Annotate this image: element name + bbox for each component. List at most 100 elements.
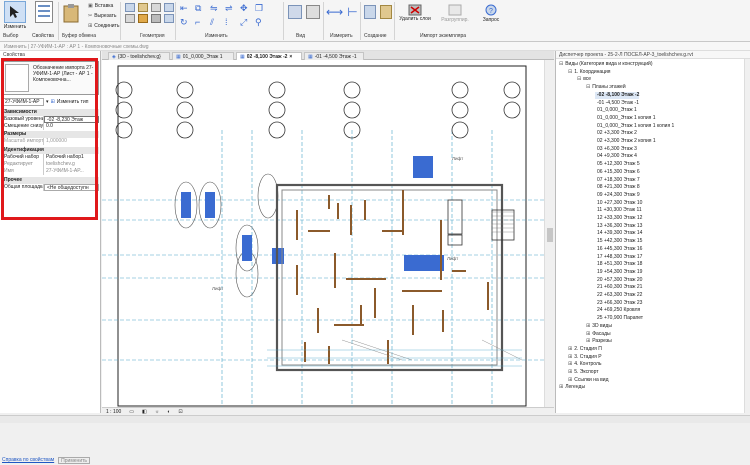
tree-item[interactable]: 01_0,000_Этаж 1 копия 1 копия 1 bbox=[595, 123, 674, 130]
tree-item[interactable]: 23 +66,300 Этаж 23 bbox=[595, 300, 642, 307]
tree-item[interactable]: 21 +60,300 Этаж 21 bbox=[595, 284, 642, 291]
expand-icon[interactable]: ⊞ bbox=[568, 361, 572, 367]
expand-icon[interactable]: ⊞ bbox=[586, 323, 590, 329]
dimension-icon[interactable]: ⊢ bbox=[347, 5, 357, 19]
tree-item[interactable]: 02 +3,300 Этаж 2 копия 1 bbox=[595, 138, 656, 145]
pin-icon[interactable]: ⚲ bbox=[255, 17, 268, 28]
cut-button[interactable]: ✂ Вырезать bbox=[88, 13, 116, 19]
tree-item[interactable]: 24 +69,250 Кровля bbox=[595, 307, 640, 314]
browser-scrollbar[interactable] bbox=[744, 59, 750, 413]
scrollbar-thumb[interactable] bbox=[547, 228, 553, 242]
tree-item[interactable]: 02 +3,300 Этаж 2 bbox=[595, 130, 637, 137]
tab-floor-minus2[interactable]: ▦ 02 -8,100 Этаж -2 × bbox=[236, 52, 302, 60]
query-button[interactable]: ? Запрос bbox=[478, 3, 504, 23]
offset-icon[interactable]: ⧉ bbox=[195, 3, 208, 14]
apply-button[interactable]: Применить bbox=[58, 457, 91, 464]
help-link[interactable]: Справка по свойствам bbox=[2, 457, 54, 464]
tree-item[interactable]: 18 +51,300 Этаж 18 bbox=[595, 261, 642, 268]
tree-item[interactable]: 25 +70,900 Парапет bbox=[595, 315, 643, 322]
tree-item[interactable]: 15 +42,300 Этаж 15 bbox=[595, 238, 642, 245]
tree-item[interactable]: ⊟ все bbox=[577, 76, 591, 83]
tree-item[interactable]: 07 +18,300 Этаж 7 bbox=[595, 177, 640, 184]
cope-icon[interactable] bbox=[125, 3, 135, 12]
copy-icon[interactable]: ❐ bbox=[255, 3, 268, 14]
paste-small-button[interactable]: ▣ Вставка bbox=[88, 3, 113, 9]
paste-button[interactable] bbox=[62, 3, 80, 23]
move-icon[interactable]: ✥ bbox=[240, 3, 253, 14]
scale-icon[interactable]: ⤢ bbox=[240, 17, 253, 28]
create-assembly-icon[interactable] bbox=[364, 5, 376, 19]
rotate-icon[interactable]: ↻ bbox=[180, 17, 193, 28]
tree-item[interactable]: ⊟ Планы этажей bbox=[586, 84, 626, 91]
array-icon[interactable]: ⁞ bbox=[225, 17, 238, 28]
paint-icon[interactable] bbox=[138, 14, 148, 23]
collapse-icon[interactable]: ⊟ bbox=[577, 76, 581, 82]
tree-item[interactable]: -01 -4,500 Этаж -1 bbox=[595, 100, 639, 107]
tree-item[interactable]: -02 -8,100 Этаж -2 bbox=[595, 91, 640, 99]
tree-item[interactable]: 13 +36,300 Этаж 13 bbox=[595, 223, 642, 230]
collapse-icon[interactable]: ⊟ bbox=[559, 61, 563, 67]
tree-item[interactable]: ⊟ 1. Координация bbox=[568, 69, 611, 76]
tree-item[interactable]: ⊞ 5. Экспорт bbox=[568, 369, 599, 376]
trim-icon[interactable]: ⌐ bbox=[195, 17, 208, 28]
tree-item[interactable]: 01_0,000_Этаж 1 копия 1 bbox=[595, 115, 656, 122]
tree-item[interactable]: ⊞ Легенды bbox=[559, 384, 585, 391]
visual-style-icon[interactable]: ◧ bbox=[142, 409, 147, 415]
sun-path-icon[interactable]: ☼ bbox=[155, 409, 160, 415]
override-icon[interactable] bbox=[306, 5, 320, 19]
properties-button[interactable] bbox=[32, 1, 56, 23]
split-face-icon[interactable] bbox=[164, 3, 174, 12]
tree-item[interactable]: 04 +9,300 Этаж 4 bbox=[595, 153, 637, 160]
view-scale[interactable]: 1 : 100 bbox=[106, 409, 121, 415]
create-group-icon[interactable] bbox=[380, 5, 392, 19]
tree-item[interactable]: 11 +30,300 Этаж 11 bbox=[595, 207, 642, 214]
expand-icon[interactable]: ⊞ bbox=[568, 377, 572, 383]
wall-joins-icon[interactable] bbox=[151, 3, 161, 12]
expand-icon[interactable]: ⊞ bbox=[568, 346, 572, 352]
canvas-scrollbar[interactable] bbox=[544, 60, 554, 407]
delete-layers-button[interactable]: Удалить слои bbox=[398, 3, 432, 22]
tree-item[interactable]: 12 +33,300 Этаж 12 bbox=[595, 215, 642, 222]
tree-item[interactable]: ⊞ Ссылки на вид bbox=[568, 377, 609, 384]
collapse-icon[interactable]: ⊟ bbox=[568, 69, 572, 75]
shadows-icon[interactable]: ◐ bbox=[167, 409, 170, 415]
measure-icon[interactable]: ⟷ bbox=[326, 5, 343, 19]
tree-item[interactable]: 03 +6,300 Этаж 3 bbox=[595, 146, 637, 153]
tree-item[interactable]: ⊞ Разрезы bbox=[586, 338, 612, 345]
tab-floor-minus1[interactable]: ▦ -01 -4,500 Этаж -1 bbox=[304, 52, 364, 60]
tab-3d[interactable]: ◈ {3D - toelishchev.g} bbox=[108, 52, 170, 60]
tree-item[interactable]: 08 +21,300 Этаж 8 bbox=[595, 184, 640, 191]
detail-level-icon[interactable]: ▭ bbox=[129, 409, 134, 415]
tree-item[interactable]: 20 +57,300 Этаж 20 bbox=[595, 277, 642, 284]
tree-item[interactable]: 17 +48,300 Этаж 17 bbox=[595, 254, 642, 261]
expand-icon[interactable]: ⊞ bbox=[568, 369, 572, 375]
demolish-icon[interactable] bbox=[151, 14, 161, 23]
tree-item[interactable]: 06 +15,300 Этаж 6 bbox=[595, 169, 640, 176]
tree-item[interactable]: ⊞ 4. Контроль bbox=[568, 361, 601, 368]
tree-item[interactable]: 22 +63,300 Этаж 22 bbox=[595, 292, 642, 299]
collapse-icon[interactable]: ⊟ bbox=[586, 84, 590, 90]
align-icon[interactable]: ⇤ bbox=[180, 3, 193, 14]
tree-item[interactable]: 14 +39,300 Этаж 14 bbox=[595, 230, 642, 237]
tree-item[interactable]: 19 +54,300 Этаж 19 bbox=[595, 269, 642, 276]
tree-item[interactable]: ⊞ Фасады bbox=[586, 331, 611, 338]
beam-join-icon[interactable] bbox=[164, 14, 174, 23]
expand-icon[interactable]: ⊞ bbox=[586, 331, 590, 337]
crop-icon[interactable]: ⊡ bbox=[178, 409, 182, 415]
mirror-axis-icon[interactable]: ⇋ bbox=[210, 3, 223, 14]
join-geometry-icon[interactable] bbox=[125, 14, 135, 23]
tree-item[interactable]: ⊞ 3D виды bbox=[586, 323, 612, 330]
join-button[interactable]: ⊞ Соединить bbox=[88, 23, 119, 29]
expand-icon[interactable]: ⊞ bbox=[559, 384, 563, 390]
close-icon[interactable]: × bbox=[289, 54, 292, 60]
tree-item[interactable]: 09 +24,300 Этаж 9 bbox=[595, 192, 640, 199]
mirror-draw-icon[interactable]: ⇌ bbox=[225, 3, 238, 14]
expand-icon[interactable]: ⊞ bbox=[568, 354, 572, 360]
tab-floor-1[interactable]: ▦ 01_0,000_Этаж 1 bbox=[172, 52, 234, 60]
tree-item[interactable]: 05 +12,300 Этаж 5 bbox=[595, 161, 640, 168]
tree-item[interactable]: ⊞ 3. Стадия Р bbox=[568, 354, 602, 361]
hide-icon[interactable] bbox=[288, 5, 302, 19]
tree-item[interactable]: 01_0,000_Этаж 1 bbox=[595, 107, 637, 114]
tree-item[interactable]: ⊟ Виды (Категория вида и конструкций) bbox=[559, 61, 652, 68]
cut-geometry-icon[interactable] bbox=[138, 3, 148, 12]
